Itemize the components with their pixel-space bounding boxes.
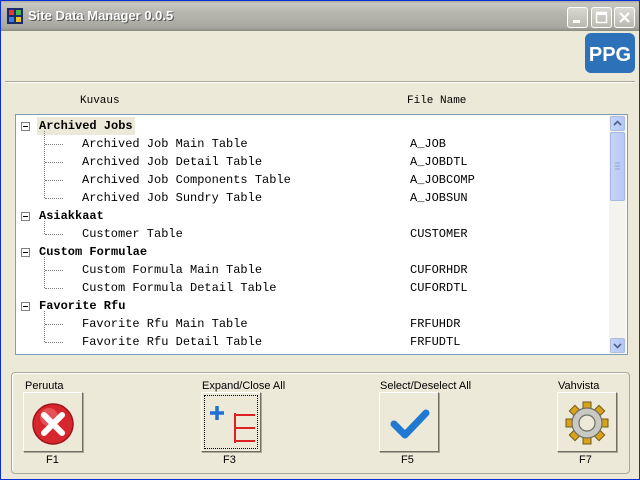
tree-connector-line (44, 257, 45, 288)
maximize-button[interactable] (591, 7, 612, 28)
cancel-caption: Peruuta (25, 380, 64, 392)
tree-group-row[interactable]: Asiakkaat (16, 207, 608, 225)
table-tree-view[interactable]: Archived Jobs Archived Job Main Table A_JO… (15, 114, 628, 355)
tree-group-row[interactable]: Custom Formulae (16, 243, 608, 261)
tree-connector-line (44, 221, 45, 234)
app-window: Site Data Manager 0.0.5 PPG Kuvaus File … (0, 0, 640, 480)
tree-item-row[interactable]: Archived Job Main Table A_JOB (16, 135, 608, 153)
tree-item-row[interactable]: Custom Formula Detail Table CUFORDTL (16, 279, 608, 297)
tree-item-row[interactable]: Customer Table CUSTOMER (16, 225, 608, 243)
collapse-toggle-icon[interactable] (21, 302, 30, 311)
tree-item-file-name: A_JOB (410, 137, 447, 151)
tree-item-label[interactable]: Archived Job Components Table (82, 171, 291, 189)
checkmark-icon (390, 409, 430, 439)
tree-item-file-name: A_JOBDTL (410, 155, 468, 169)
tree-connector-line (45, 144, 63, 145)
tree-item-row[interactable]: Archived Job Sundry Table A_JOBSUN (16, 189, 608, 207)
expand-key-hint: F3 (223, 454, 236, 466)
expand-close-all-button[interactable] (201, 392, 261, 452)
tree-item-label[interactable]: Custom Formula Main Table (82, 261, 262, 279)
tree-item-file-name: A_JOBCOMP (410, 173, 475, 187)
cancel-button[interactable] (23, 392, 83, 452)
app-icon (7, 8, 23, 24)
tree-group-label[interactable]: Archived Jobs (37, 117, 135, 135)
tree-group-label[interactable]: Favorite Rfu (37, 297, 127, 315)
select-key-hint: F5 (401, 454, 414, 466)
tree-group-label[interactable]: Custom Formulae (37, 243, 149, 261)
tree-connector-line (45, 270, 63, 271)
close-icon (619, 12, 630, 23)
chevron-up-icon (613, 120, 622, 126)
cancel-x-icon (32, 403, 74, 445)
grip-icon (615, 162, 620, 170)
tree-connector-line (45, 324, 63, 325)
tree-group-row[interactable]: Archived Jobs (16, 117, 608, 135)
tree-group-row[interactable]: Favorite Rfu (16, 297, 608, 315)
scroll-down-button[interactable] (610, 338, 625, 353)
confirm-button[interactable] (557, 392, 617, 452)
tree-item-label[interactable]: Customer Table (82, 225, 183, 243)
header-separator (5, 81, 635, 83)
action-button-group (11, 372, 630, 474)
tree-item-row[interactable]: Custom Formula Main Table CUFORHDR (16, 261, 608, 279)
expand-caption: Expand/Close All (202, 380, 286, 392)
tree-connector-line (45, 234, 63, 235)
tree-item-row[interactable]: Favorite Rfu Main Table FRFUHDR (16, 315, 608, 333)
tree-item-row[interactable]: Archived Job Detail Table A_JOBDTL (16, 153, 608, 171)
tree-item-file-name: CUFORHDR (410, 263, 468, 277)
ppg-logo: PPG (585, 33, 635, 73)
tree-item-file-name: CUFORDTL (410, 281, 468, 295)
confirm-key-hint: F7 (579, 454, 592, 466)
tree-item-file-name: CUSTOMER (410, 227, 468, 241)
tree-connector-line (44, 131, 45, 198)
select-caption: Select/Deselect All (380, 380, 472, 392)
select-deselect-all-button[interactable] (379, 392, 439, 452)
window-title: Site Data Manager 0.0.5 (28, 8, 174, 23)
close-button[interactable] (614, 7, 635, 28)
confirm-caption: Vahvista (558, 380, 600, 392)
cancel-key-hint: F1 (46, 454, 59, 466)
scroll-thumb[interactable] (610, 132, 625, 201)
column-header-file-name[interactable]: File Name (407, 95, 466, 107)
tree-item-label[interactable]: Archived Job Detail Table (82, 153, 262, 171)
scroll-up-button[interactable] (610, 116, 625, 131)
tree-connector-line (45, 288, 63, 289)
tree-connector-line (44, 311, 45, 342)
tree-item-label[interactable]: Archived Job Main Table (82, 135, 248, 153)
minimize-icon (573, 20, 580, 23)
tree-item-file-name: FRFUHDR (410, 317, 461, 331)
ppg-logo-text: PPG (589, 44, 631, 66)
tree-item-file-name: FRFUDTL (410, 335, 461, 349)
expand-tree-icon (210, 406, 255, 443)
collapse-toggle-icon[interactable] (21, 212, 30, 221)
tree-item-file-name: A_JOBSUN (410, 191, 468, 205)
tree-item-row[interactable]: Archived Job Components Table A_JOBCOMP (16, 171, 608, 189)
vertical-scrollbar[interactable] (609, 115, 626, 354)
tree-connector-line (45, 180, 63, 181)
tree-connector-line (45, 162, 63, 163)
maximize-icon (595, 11, 608, 24)
collapse-toggle-icon[interactable] (21, 122, 30, 131)
tree-item-label[interactable]: Custom Formula Detail Table (82, 279, 276, 297)
column-header-description[interactable]: Kuvaus (80, 95, 120, 107)
tree-item-label[interactable]: Favorite Rfu Detail Table (82, 333, 262, 351)
tree-item-label[interactable]: Favorite Rfu Main Table (82, 315, 248, 333)
minimize-button[interactable] (567, 7, 588, 28)
gear-icon (565, 401, 609, 445)
title-bar[interactable]: Site Data Manager 0.0.5 (1, 1, 639, 31)
tree-connector-line (45, 342, 63, 343)
collapse-toggle-icon[interactable] (21, 248, 30, 257)
tree-item-label[interactable]: Archived Job Sundry Table (82, 189, 262, 207)
chevron-down-icon (613, 343, 622, 349)
tree-connector-line (45, 198, 63, 199)
tree-group-label[interactable]: Asiakkaat (37, 207, 106, 225)
tree-item-row[interactable]: Favorite Rfu Detail Table FRFUDTL (16, 333, 608, 351)
